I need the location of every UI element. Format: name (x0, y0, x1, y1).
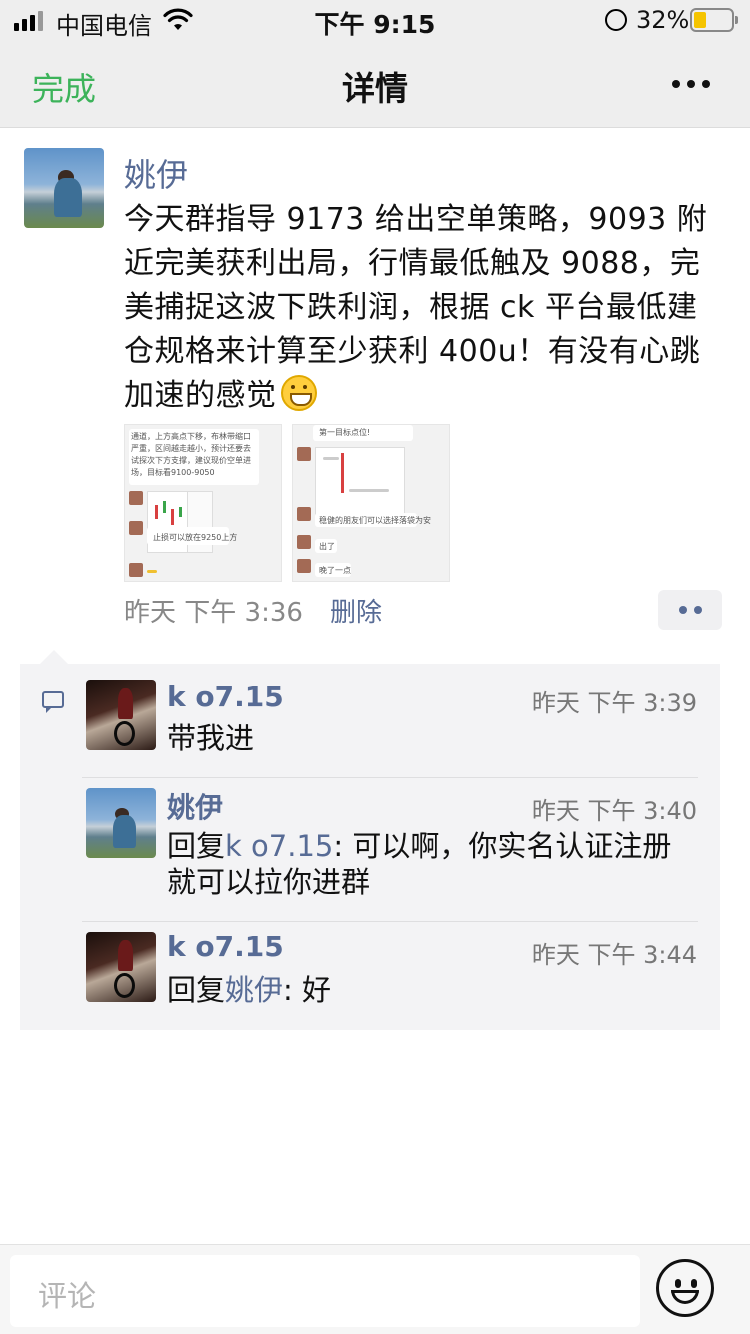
post-text-body: 今天群指导 9173 给出空单策略，9093 附近完美获利出局，行情最低触及 9… (124, 202, 708, 413)
image-2-top-text: 第一目标点位! (319, 428, 371, 437)
image-2-message-2: 出了 (319, 542, 335, 551)
battery-percent: 32% (636, 6, 690, 34)
comment-body: 带我进 (167, 721, 255, 755)
comment-text[interactable]: 回复姚伊: 好 (167, 972, 697, 1008)
image-1-text-4: 场，目标看9100-9050 (131, 468, 215, 477)
comment-divider (82, 777, 698, 778)
comment-avatar[interactable] (86, 680, 156, 750)
orientation-lock-icon (605, 9, 627, 31)
post-text: 今天群指导 9173 给出空单策略，9093 附近完美获利出局，行情最低触及 9… (124, 198, 724, 418)
image-1-caption: 止损可以放在9250上方 (153, 533, 238, 542)
comment-placeholder: 评论 (38, 1279, 97, 1313)
reply-prefix: 回复 (167, 829, 226, 863)
comment-text[interactable]: 回复k o7.15: 可以啊，你实名认证注册就可以拉你进群 (167, 828, 697, 900)
comment-text[interactable]: 带我进 (167, 720, 697, 756)
comment-author[interactable]: 姚伊 (167, 786, 223, 826)
comment-input-bar: 评论 (0, 1244, 750, 1334)
comment-author[interactable]: k o7.15 (167, 930, 284, 963)
comment-body: : 好 (283, 973, 332, 1007)
comment-time: 昨天 下午 3:40 (531, 797, 697, 825)
post-author-avatar[interactable] (24, 148, 104, 228)
post-actions-button[interactable] (658, 590, 722, 630)
post-time: 昨天 下午 3:36 (124, 598, 303, 628)
more-icon[interactable] (672, 80, 710, 88)
status-bar: 中国电信 下午 9:15 32% (0, 0, 750, 40)
post-image-1[interactable]: 通道，上方高点下移，布林带缩口 严重，区间越走越小，预计还要去 试探次下方支撑，… (124, 424, 282, 582)
page-title: 详情 (342, 69, 408, 108)
smiley-icon[interactable] (656, 1259, 714, 1317)
comment-time: 昨天 下午 3:39 (531, 689, 697, 717)
post-image-2[interactable]: 第一目标点位! 稳健的朋友们可以选择落袋为安 出了 晚了一点 (292, 424, 450, 582)
reply-to-name[interactable]: 姚伊 (225, 973, 283, 1007)
reply-prefix: 回复 (167, 973, 226, 1007)
comment-time: 昨天 下午 3:44 (531, 941, 697, 969)
comment-divider (82, 921, 698, 922)
grinning-face-emoji-icon (280, 375, 317, 411)
comments-caret (40, 650, 68, 664)
image-1-text-3: 试探次下方支撑，建议现价空单进 (131, 456, 251, 465)
comment-icon (42, 691, 64, 713)
delete-button[interactable]: 删除 (330, 592, 382, 629)
image-1-text-2: 严重，区间越走越小，预计还要去 (131, 444, 251, 453)
comment-avatar[interactable] (86, 932, 156, 1002)
navigation-bar: 完成 详情 (0, 40, 750, 128)
image-2-message-1: 稳健的朋友们可以选择落袋为安 (319, 516, 431, 525)
comment-input[interactable]: 评论 (10, 1255, 640, 1327)
image-1-text-1: 通道，上方高点下移，布林带缩口 (131, 432, 251, 441)
comment-avatar[interactable] (86, 788, 156, 858)
battery-icon (690, 8, 738, 32)
reply-to-name[interactable]: k o7.15 (225, 829, 333, 863)
comment-author[interactable]: k o7.15 (167, 680, 284, 713)
post-author-name[interactable]: 姚伊 (124, 150, 188, 196)
image-2-message-3: 晚了一点 (319, 566, 351, 575)
